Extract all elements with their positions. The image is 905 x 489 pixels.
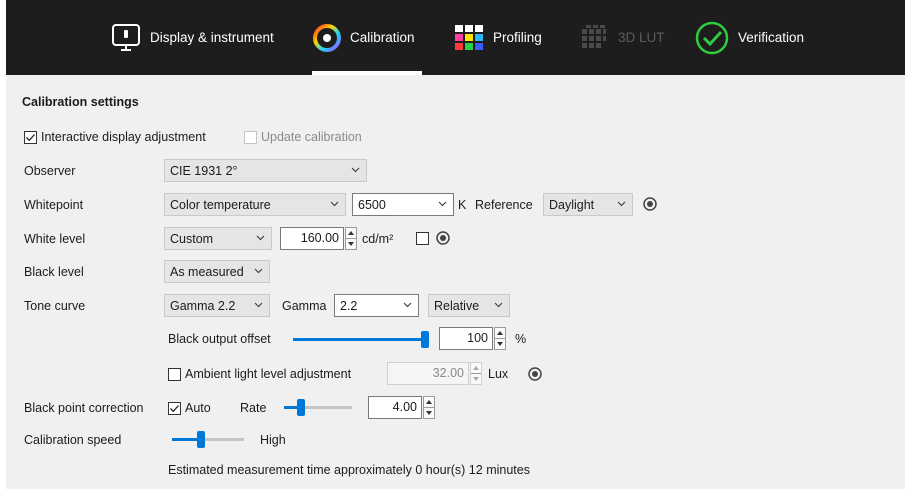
tab-label: 3D LUT: [618, 30, 665, 45]
gamma-type-value: Relative: [434, 298, 480, 313]
white-level-input[interactable]: 160.00: [280, 227, 344, 250]
tone-curve-label: Tone curve: [24, 299, 86, 313]
whitepoint-label: Whitepoint: [24, 198, 84, 212]
spin-up-icon[interactable]: [497, 331, 503, 335]
ambient-light-spinner: [470, 362, 482, 385]
tone-curve-select[interactable]: Gamma 2.2: [164, 294, 270, 317]
spin-up-icon[interactable]: [426, 400, 432, 404]
gamma-value: 2.2: [340, 298, 358, 313]
calibration-settings-panel: Calibration settings Interactive display…: [6, 75, 905, 489]
black-output-offset-unit: %: [515, 332, 527, 346]
tab-calibration[interactable]: Calibration: [312, 0, 422, 75]
gamma-combo[interactable]: 2.2: [334, 294, 419, 317]
tab-verification[interactable]: Verification: [694, 0, 804, 75]
black-output-offset-input[interactable]: 100: [439, 327, 493, 350]
black-point-correction-label: Black point correction: [24, 401, 144, 415]
whitepoint-mode-value: Color temperature: [170, 197, 271, 212]
measurement-time-estimate: Estimated measurement time approximately…: [168, 463, 530, 477]
chevron-down-icon: [330, 201, 339, 207]
ambient-light-input: 32.00: [387, 362, 469, 385]
checkmark-icon: [26, 134, 35, 142]
chevron-down-icon: [438, 201, 447, 207]
display-icon: [110, 23, 142, 53]
chevron-down-icon: [254, 302, 263, 308]
black-output-offset-spinner[interactable]: [494, 327, 506, 350]
white-level-label: White level: [24, 232, 86, 246]
interactive-adjustment-label[interactable]: Interactive display adjustment: [41, 130, 206, 144]
spin-up-icon[interactable]: [348, 231, 354, 235]
black-point-auto-checkbox[interactable]: [168, 402, 181, 415]
gamma-type-select[interactable]: Relative: [428, 294, 510, 317]
whitepoint-temperature-combo[interactable]: 6500: [352, 193, 454, 216]
spin-down-icon[interactable]: [348, 242, 354, 246]
measure-target-icon[interactable]: [528, 367, 542, 381]
white-level-mode-select[interactable]: Custom: [164, 227, 272, 250]
update-calibration-label: Update calibration: [261, 130, 362, 144]
slider-fill: [293, 338, 425, 341]
slider-thumb[interactable]: [197, 431, 205, 448]
white-level-mode-value: Custom: [170, 231, 214, 246]
black-output-offset-slider[interactable]: [293, 338, 425, 341]
whitepoint-mode-select[interactable]: Color temperature: [164, 193, 346, 216]
white-level-unit: cd/m²: [362, 232, 394, 246]
ambient-light-unit: Lux: [488, 367, 509, 381]
chevron-down-icon: [256, 235, 265, 241]
reference-label: Reference: [475, 198, 533, 212]
observer-label: Observer: [24, 164, 76, 178]
slider-thumb[interactable]: [297, 399, 305, 416]
tone-curve-value: Gamma 2.2: [170, 298, 236, 313]
rate-input[interactable]: 4.00: [368, 396, 422, 419]
verification-icon: [694, 20, 730, 56]
tab-profiling[interactable]: Profiling: [453, 0, 542, 75]
black-level-select[interactable]: As measured: [164, 260, 270, 283]
section-title: Calibration settings: [22, 95, 139, 109]
gamma-label: Gamma: [282, 299, 327, 313]
rate-spinner[interactable]: [423, 396, 435, 419]
measure-target-icon[interactable]: [436, 231, 450, 245]
checkmark-icon: [170, 405, 179, 413]
black-point-auto-label[interactable]: Auto: [185, 401, 211, 415]
calibration-icon: [312, 23, 342, 53]
black-level-value: As measured: [170, 264, 244, 279]
rate-label: Rate: [240, 401, 267, 415]
white-level-checkbox[interactable]: [416, 232, 429, 245]
chevron-down-icon: [617, 201, 626, 207]
calibration-speed-label: Calibration speed: [24, 433, 122, 447]
update-calibration-checkbox: [244, 131, 257, 144]
black-level-label: Black level: [24, 265, 84, 279]
chevron-down-icon: [403, 302, 412, 308]
calibration-speed-value: High: [260, 433, 286, 447]
profiling-icon: [453, 23, 485, 53]
tab-display-instrument[interactable]: Display & instrument: [110, 0, 274, 75]
spin-down-icon: [473, 377, 479, 381]
tab-3d-lut: 3D LUT: [578, 0, 665, 75]
chevron-down-icon: [351, 167, 360, 173]
whitepoint-temperature-value: 6500: [358, 197, 386, 212]
chevron-down-icon: [494, 302, 503, 308]
white-level-spinner[interactable]: [345, 227, 357, 250]
spin-down-icon[interactable]: [497, 342, 503, 346]
reference-value: Daylight: [549, 197, 595, 212]
tab-label: Calibration: [350, 30, 415, 45]
spin-down-icon[interactable]: [426, 411, 432, 415]
spin-up-icon: [473, 366, 479, 370]
chevron-down-icon: [254, 268, 263, 274]
measure-target-icon[interactable]: [643, 197, 657, 211]
tab-label: Display & instrument: [150, 30, 274, 45]
whitepoint-unit: K: [458, 198, 467, 212]
observer-value: CIE 1931 2°: [170, 163, 238, 178]
reference-select[interactable]: Daylight: [543, 193, 633, 216]
tab-label: Verification: [738, 30, 805, 45]
ambient-light-checkbox[interactable]: [168, 368, 181, 381]
calibration-speed-slider[interactable]: [172, 438, 244, 441]
3dlut-icon: [578, 23, 610, 53]
tab-label: Profiling: [493, 30, 542, 45]
interactive-adjustment-checkbox[interactable]: [24, 131, 37, 144]
slider-thumb[interactable]: [421, 331, 429, 348]
top-navigation-bar: Display & instrument Calibration Profili…: [6, 0, 905, 75]
black-output-offset-label: Black output offset: [168, 332, 271, 346]
rate-slider[interactable]: [284, 406, 352, 409]
observer-select[interactable]: CIE 1931 2°: [164, 159, 367, 182]
ambient-light-label[interactable]: Ambient light level adjustment: [185, 367, 351, 381]
